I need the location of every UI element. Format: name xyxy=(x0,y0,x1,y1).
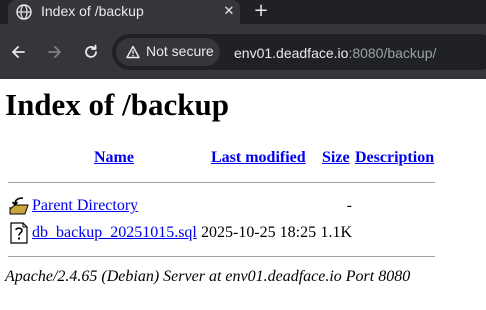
url-host: env01.deadface.io xyxy=(234,45,349,61)
tab-title: Index of /backup xyxy=(41,3,144,19)
globe-icon xyxy=(16,4,32,20)
page-content: Index of /backup Name Last modified Size… xyxy=(0,79,486,310)
tab-active[interactable]: Index of /backup ✕ xyxy=(8,0,240,24)
back-folder-icon xyxy=(9,197,29,215)
url-path: :8080/backup/ xyxy=(348,45,437,61)
security-chip[interactable]: Not secure xyxy=(116,38,220,66)
column-header-size[interactable]: Size xyxy=(322,149,350,167)
divider-bottom xyxy=(8,256,435,257)
security-label: Not secure xyxy=(146,43,214,59)
url-text[interactable]: env01.deadface.io:8080/backup/ xyxy=(234,45,436,61)
column-header-name[interactable]: Name xyxy=(94,149,134,167)
address-bar[interactable]: Not secure env01.deadface.io:8080/backup… xyxy=(112,34,486,70)
column-header-last-modified[interactable]: Last modified xyxy=(211,149,306,167)
row-size: - xyxy=(346,197,352,214)
back-arrow-icon[interactable] xyxy=(9,43,27,61)
column-header-description[interactable]: Description xyxy=(355,149,434,167)
warning-triangle-icon xyxy=(126,45,140,59)
browser-toolbar: Not secure env01.deadface.io:8080/backup… xyxy=(0,24,486,79)
close-icon[interactable]: ✕ xyxy=(220,3,238,21)
reload-icon[interactable] xyxy=(82,43,100,61)
parent-directory-link[interactable]: Parent Directory xyxy=(32,197,138,215)
tab-strip: Index of /backup ✕ + xyxy=(0,0,486,24)
plus-icon[interactable]: + xyxy=(251,1,271,21)
file-link-db-backup[interactable]: db_backup_20251015.sql xyxy=(32,224,197,242)
server-signature: Apache/2.4.65 (Debian) Server at env01.d… xyxy=(5,268,411,285)
forward-arrow-icon[interactable] xyxy=(46,43,64,61)
page-title: Index of /backup xyxy=(5,87,229,122)
unknown-file-icon xyxy=(10,222,28,244)
row-modified: 2025-10-25 18:25 xyxy=(201,224,317,241)
divider-top xyxy=(8,182,435,183)
row-size: 1.1K xyxy=(320,224,352,241)
